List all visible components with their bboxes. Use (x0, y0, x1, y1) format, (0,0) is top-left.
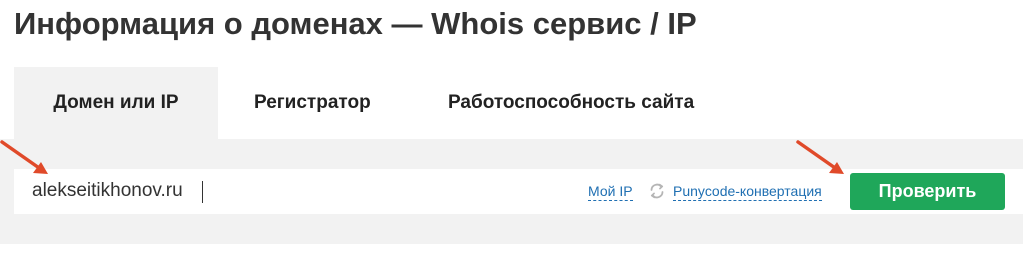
search-box: Мой IP Punycode-конвертация Проверить (14, 169, 1023, 214)
tab-registrar[interactable]: Регистратор (218, 67, 414, 139)
tab-domain-or-ip[interactable]: Домен или IP (14, 67, 218, 139)
red-arrow-icon (0, 140, 48, 174)
refresh-icon[interactable] (648, 182, 666, 200)
text-cursor (202, 181, 203, 203)
search-panel: Мой IP Punycode-конвертация Проверить (0, 139, 1023, 244)
tab-site-uptime[interactable]: Работоспособность сайта (414, 67, 694, 139)
my-ip-link[interactable]: Мой IP (588, 183, 633, 201)
red-arrow-icon (796, 140, 844, 174)
page-title: Информация о доменах — Whois сервис / IP (14, 6, 697, 41)
domain-search-input[interactable] (32, 177, 412, 205)
tab-bar: Домен или IP Регистратор Работоспособнос… (14, 67, 694, 139)
check-button[interactable]: Проверить (850, 173, 1005, 210)
